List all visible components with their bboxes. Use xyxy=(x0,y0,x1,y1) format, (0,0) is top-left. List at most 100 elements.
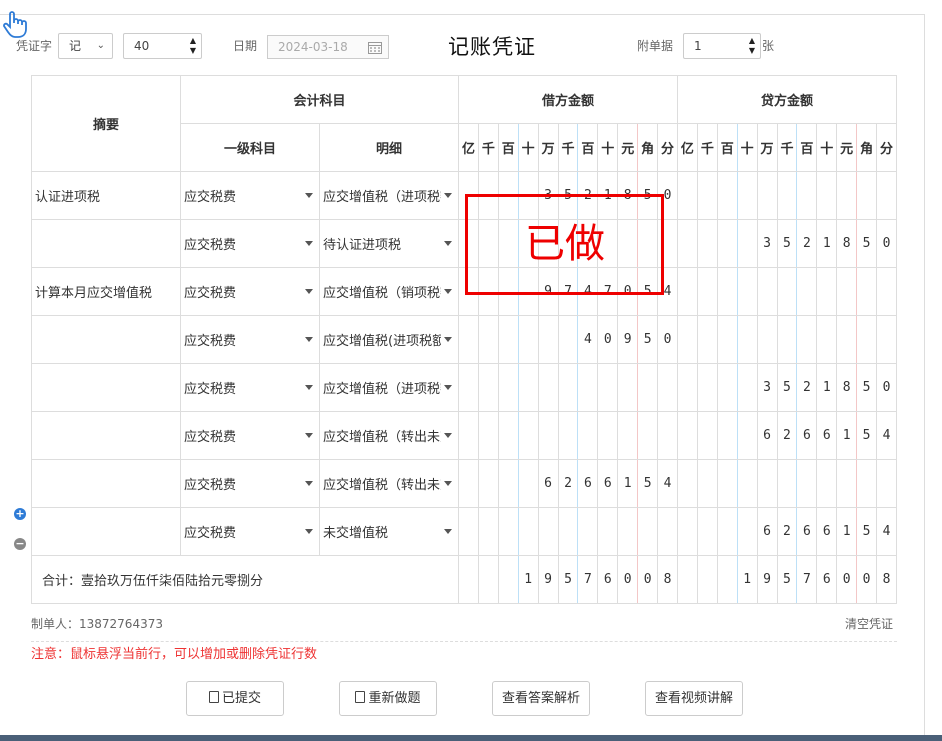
dropdown-arrow-icon[interactable] xyxy=(305,481,313,486)
account-detail-select[interactable]: 应交增值税（转出未交增值税） xyxy=(318,459,460,508)
debit-digit xyxy=(657,363,678,412)
voucher-table: 摘要 会计科目 借方金额 贷方金额 一级科目 明细 亿千百十万千百十元角分亿千百… xyxy=(30,75,898,604)
credit-digit: 1 xyxy=(816,219,838,268)
debit-digit: 5 xyxy=(637,315,659,364)
calendar-icon[interactable] xyxy=(368,41,382,54)
summary-cell[interactable] xyxy=(31,219,181,268)
dropdown-arrow-icon[interactable] xyxy=(444,481,453,486)
total-row: 合计：壹拾玖万伍仟柒佰陆拾元零捌分 1 9 5 7 6 0 0 8 1 9 5 7 6 0 0 8 xyxy=(30,555,897,604)
debit-digit-unit-header: 元 xyxy=(617,123,639,172)
voucher-row[interactable]: 应交税费应交增值税（转出未交增值税）6266154 xyxy=(31,411,897,460)
account-detail-select[interactable]: 应交增值税（进项税额） xyxy=(318,171,460,220)
debit-digit xyxy=(497,507,519,556)
dropdown-arrow-icon[interactable] xyxy=(305,529,313,534)
dropdown-arrow-icon[interactable] xyxy=(444,433,453,438)
total-debit-digit: 0 xyxy=(617,555,639,604)
account-level1-value: 应交税费 xyxy=(184,334,237,349)
voucher-row[interactable]: 应交税费 未交增值税 6 2 6 6 1 5 4 xyxy=(31,507,897,556)
voucher-row[interactable]: 应交税费应交增值税（转出未交增值税）6266154 xyxy=(31,459,897,508)
credit-digit: 2 xyxy=(776,507,798,556)
dropdown-arrow-icon[interactable] xyxy=(305,337,313,342)
debit-digit xyxy=(497,411,519,460)
attachment-stepper[interactable]: 1 ▲ ▼ xyxy=(683,33,761,59)
credit-digit-unit-header: 亿 xyxy=(676,123,698,172)
voucher-number-stepper[interactable]: 40 ▲ ▼ xyxy=(123,33,202,59)
summary-cell[interactable]: 计算本月应交增值税 xyxy=(31,267,181,316)
dropdown-arrow-icon[interactable] xyxy=(305,433,313,438)
dropdown-arrow-icon[interactable] xyxy=(444,385,453,390)
voucher-word-select[interactable]: 记 ⌄ xyxy=(58,33,113,59)
account-level1-select[interactable]: 应交税费 xyxy=(180,219,320,268)
stepper-arrows-icon[interactable]: ▲ ▼ xyxy=(187,36,199,56)
credit-digit xyxy=(856,459,878,508)
credit-digit: 4 xyxy=(876,411,897,460)
maker-label: 制单人：13872764373 xyxy=(31,617,163,631)
stepper-arrows-icon[interactable]: ▲ ▼ xyxy=(746,36,758,56)
total-credit-digit: 5 xyxy=(776,555,798,604)
debit-digit xyxy=(617,363,639,412)
summary-cell[interactable]: 认证进项税 xyxy=(31,171,181,220)
dropdown-arrow-icon[interactable] xyxy=(444,241,453,246)
debit-digit-unit-header: 千 xyxy=(477,123,499,172)
account-detail-select[interactable]: 应交增值税（进项税额） xyxy=(318,363,460,412)
view-video-button[interactable]: 查看视频讲解 xyxy=(645,681,743,716)
voucher-row[interactable]: 计算本月应交增值税应交税费应交增值税（销项税额）9747054 xyxy=(31,267,897,316)
credit-digit xyxy=(836,171,858,220)
voucher-row[interactable]: 应交税费应交增值税（进项税额）3521850 xyxy=(31,363,897,412)
debit-digit xyxy=(617,507,639,556)
account-level1-select[interactable]: 应交税费 xyxy=(180,411,320,460)
voucher-row[interactable]: 认证进项税应交税费应交增值税（进项税额）3521850 xyxy=(31,171,897,220)
account-level1-select[interactable]: 应交税费 xyxy=(180,459,320,508)
account-detail-select[interactable]: 应交增值税(进项税额转出) xyxy=(318,315,460,364)
account-detail-select[interactable]: 未交增值税 xyxy=(318,507,460,556)
debit-digit xyxy=(517,411,539,460)
summary-cell[interactable] xyxy=(31,507,181,556)
credit-digit xyxy=(696,411,718,460)
credit-digit-unit-header: 千 xyxy=(776,123,798,172)
debit-digit: 4 xyxy=(577,315,599,364)
view-answer-button[interactable]: 查看答案解析 xyxy=(492,681,590,716)
credit-digit xyxy=(796,267,818,316)
voucher-word-value: 记 xyxy=(69,39,82,53)
remove-row-icon[interactable]: − xyxy=(14,538,26,550)
total-label: 合计：壹拾玖万伍仟柒佰陆拾元零捌分 xyxy=(30,555,460,604)
account-level1-select[interactable]: 应交税费 xyxy=(180,507,320,556)
dropdown-arrow-icon[interactable] xyxy=(305,193,313,198)
account-level1-select[interactable]: 应交税费 xyxy=(180,267,320,316)
dropdown-arrow-icon[interactable] xyxy=(444,529,453,534)
account-detail-select[interactable]: 应交增值税（销项税额） xyxy=(318,267,460,316)
clear-voucher-link[interactable]: 清空凭证 xyxy=(845,615,893,632)
account-detail-select[interactable]: 待认证进项税 xyxy=(318,219,460,268)
credit-digit: 5 xyxy=(856,411,878,460)
credit-digit xyxy=(696,267,718,316)
dropdown-arrow-icon[interactable] xyxy=(305,241,313,246)
dropdown-arrow-icon[interactable] xyxy=(444,193,453,198)
credit-digit: 6 xyxy=(816,411,838,460)
summary-cell[interactable] xyxy=(31,411,181,460)
add-row-icon[interactable]: + xyxy=(14,508,26,520)
dropdown-arrow-icon[interactable] xyxy=(305,289,313,294)
submitted-button[interactable]: 已提交 xyxy=(186,681,284,716)
account-level1-select[interactable]: 应交税费 xyxy=(180,315,320,364)
credit-digit xyxy=(876,171,897,220)
voucher-row[interactable]: 应交税费应交增值税(进项税额转出)40950 xyxy=(31,315,897,364)
credit-digit xyxy=(716,459,738,508)
account-detail-select[interactable]: 应交增值税（转出未交增值税） xyxy=(318,411,460,460)
dropdown-arrow-icon[interactable] xyxy=(444,289,453,294)
credit-digit xyxy=(696,459,718,508)
account-level1-select[interactable]: 应交税费 xyxy=(180,363,320,412)
summary-cell[interactable] xyxy=(31,363,181,412)
date-field[interactable]: 2024-03-18 xyxy=(267,35,389,59)
redo-button[interactable]: 重新做题 xyxy=(339,681,437,716)
credit-digit xyxy=(696,507,718,556)
debit-digit: 1 xyxy=(617,459,639,508)
summary-cell[interactable] xyxy=(31,315,181,364)
summary-cell[interactable] xyxy=(31,459,181,508)
credit-digit: 6 xyxy=(816,507,838,556)
voucher-row[interactable]: 应交税费 待认证进项税 3 5 2 1 8 5 0 xyxy=(31,219,897,268)
credit-digit xyxy=(696,363,718,412)
account-level1-select[interactable]: 应交税费 xyxy=(180,171,320,220)
submitted-button-label: 已提交 xyxy=(221,691,261,706)
dropdown-arrow-icon[interactable] xyxy=(444,337,453,342)
dropdown-arrow-icon[interactable] xyxy=(305,385,313,390)
